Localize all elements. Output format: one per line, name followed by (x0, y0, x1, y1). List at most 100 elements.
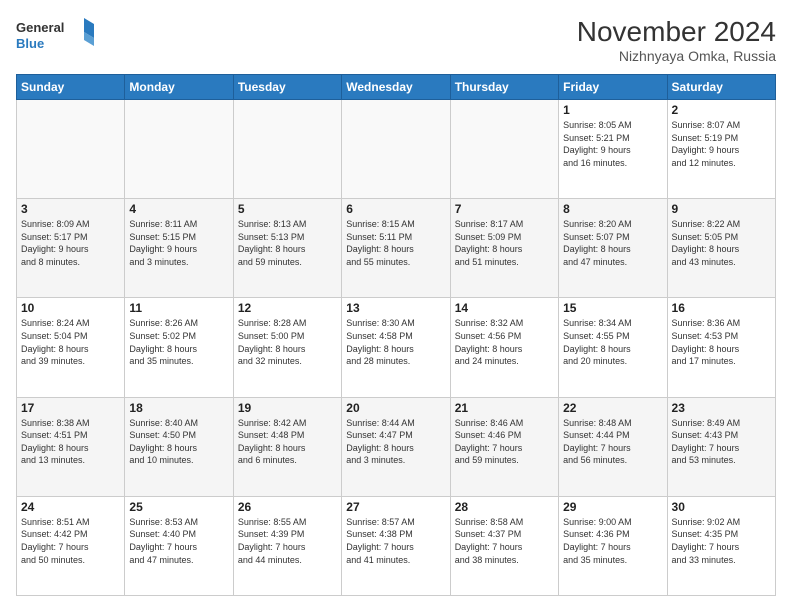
calendar-week-4: 17Sunrise: 8:38 AM Sunset: 4:51 PM Dayli… (17, 397, 776, 496)
day-info: Sunrise: 8:22 AM Sunset: 5:05 PM Dayligh… (672, 218, 771, 268)
calendar-body: 1 Sunrise: 8:05 AM Sunset: 5:21 PM Daylig… (17, 100, 776, 596)
day-number: 14 (455, 301, 554, 315)
day-number: 13 (346, 301, 445, 315)
day-info: Sunrise: 8:53 AM Sunset: 4:40 PM Dayligh… (129, 516, 228, 566)
day-number: 25 (129, 500, 228, 514)
calendar-cell: 26 Sunrise: 8:55 AM Sunset: 4:39 PM Dayli… (233, 496, 341, 595)
day-number: 11 (129, 301, 228, 315)
calendar-cell (125, 100, 233, 199)
calendar-cell: 28 Sunrise: 8:58 AM Sunset: 4:37 PM Dayli… (450, 496, 558, 595)
calendar-cell: 4 Sunrise: 8:11 AM Sunset: 5:15 PM Daylig… (125, 199, 233, 298)
calendar-cell (450, 100, 558, 199)
logo-icon: General Blue (16, 16, 96, 56)
day-number: 23 (672, 401, 771, 415)
day-info: Sunrise: 8:11 AM Sunset: 5:15 PM Dayligh… (129, 218, 228, 268)
day-number: 5 (238, 202, 337, 216)
calendar-cell: 2 Sunrise: 8:07 AM Sunset: 5:19 PM Daylig… (667, 100, 775, 199)
day-number: 29 (563, 500, 662, 514)
calendar-cell: 15Sunrise: 8:34 AM Sunset: 4:55 PM Dayli… (559, 298, 667, 397)
day-number: 3 (21, 202, 120, 216)
calendar-cell: 19 Sunrise: 8:42 AM Sunset: 4:48 PM Dayli… (233, 397, 341, 496)
day-number: 8 (563, 202, 662, 216)
calendar-cell: 24 Sunrise: 8:51 AM Sunset: 4:42 PM Dayli… (17, 496, 125, 595)
day-info: Sunrise: 8:51 AM Sunset: 4:42 PM Dayligh… (21, 516, 120, 566)
day-info: Sunrise: 8:07 AM Sunset: 5:19 PM Dayligh… (672, 119, 771, 169)
day-number: 16 (672, 301, 771, 315)
day-info: Sunrise: 8:42 AM Sunset: 4:48 PM Dayligh… (238, 417, 337, 467)
calendar-week-5: 24 Sunrise: 8:51 AM Sunset: 4:42 PM Dayli… (17, 496, 776, 595)
calendar-header-row: SundayMondayTuesdayWednesdayThursdayFrid… (17, 75, 776, 100)
day-info: Sunrise: 8:24 AM Sunset: 5:04 PM Dayligh… (21, 317, 120, 367)
day-info: Sunrise: 8:13 AM Sunset: 5:13 PM Dayligh… (238, 218, 337, 268)
calendar-cell: 16Sunrise: 8:36 AM Sunset: 4:53 PM Dayli… (667, 298, 775, 397)
day-number: 1 (563, 103, 662, 117)
calendar-cell: 29 Sunrise: 9:00 AM Sunset: 4:36 PM Dayli… (559, 496, 667, 595)
day-number: 27 (346, 500, 445, 514)
title-block: November 2024 Nizhnyaya Omka, Russia (577, 16, 776, 64)
col-header-friday: Friday (559, 75, 667, 100)
calendar-table: SundayMondayTuesdayWednesdayThursdayFrid… (16, 74, 776, 596)
day-info: Sunrise: 8:46 AM Sunset: 4:46 PM Dayligh… (455, 417, 554, 467)
day-info: Sunrise: 8:28 AM Sunset: 5:00 PM Dayligh… (238, 317, 337, 367)
calendar-cell: 21 Sunrise: 8:46 AM Sunset: 4:46 PM Dayli… (450, 397, 558, 496)
day-info: Sunrise: 8:26 AM Sunset: 5:02 PM Dayligh… (129, 317, 228, 367)
day-info: Sunrise: 8:40 AM Sunset: 4:50 PM Dayligh… (129, 417, 228, 467)
calendar-cell: 30 Sunrise: 9:02 AM Sunset: 4:35 PM Dayli… (667, 496, 775, 595)
col-header-sunday: Sunday (17, 75, 125, 100)
day-info: Sunrise: 8:09 AM Sunset: 5:17 PM Dayligh… (21, 218, 120, 268)
day-info: Sunrise: 8:55 AM Sunset: 4:39 PM Dayligh… (238, 516, 337, 566)
calendar-cell: 9 Sunrise: 8:22 AM Sunset: 5:05 PM Daylig… (667, 199, 775, 298)
day-number: 6 (346, 202, 445, 216)
day-info: Sunrise: 8:05 AM Sunset: 5:21 PM Dayligh… (563, 119, 662, 169)
day-number: 15 (563, 301, 662, 315)
calendar-cell: 22 Sunrise: 8:48 AM Sunset: 4:44 PM Dayli… (559, 397, 667, 496)
day-info: Sunrise: 8:30 AM Sunset: 4:58 PM Dayligh… (346, 317, 445, 367)
day-number: 22 (563, 401, 662, 415)
svg-text:General: General (16, 20, 64, 35)
col-header-tuesday: Tuesday (233, 75, 341, 100)
day-number: 2 (672, 103, 771, 117)
day-info: Sunrise: 8:17 AM Sunset: 5:09 PM Dayligh… (455, 218, 554, 268)
day-number: 28 (455, 500, 554, 514)
day-number: 12 (238, 301, 337, 315)
calendar-week-2: 3 Sunrise: 8:09 AM Sunset: 5:17 PM Daylig… (17, 199, 776, 298)
day-number: 30 (672, 500, 771, 514)
calendar-cell: 27Sunrise: 8:57 AM Sunset: 4:38 PM Dayli… (342, 496, 450, 595)
calendar-cell: 8 Sunrise: 8:20 AM Sunset: 5:07 PM Daylig… (559, 199, 667, 298)
day-number: 24 (21, 500, 120, 514)
day-info: Sunrise: 9:00 AM Sunset: 4:36 PM Dayligh… (563, 516, 662, 566)
day-number: 21 (455, 401, 554, 415)
calendar-cell (17, 100, 125, 199)
calendar-cell: 6Sunrise: 8:15 AM Sunset: 5:11 PM Daylig… (342, 199, 450, 298)
day-info: Sunrise: 8:20 AM Sunset: 5:07 PM Dayligh… (563, 218, 662, 268)
calendar-cell: 7Sunrise: 8:17 AM Sunset: 5:09 PM Daylig… (450, 199, 558, 298)
page-header: General Blue November 2024 Nizhnyaya Omk… (16, 16, 776, 64)
day-info: Sunrise: 8:38 AM Sunset: 4:51 PM Dayligh… (21, 417, 120, 467)
day-info: Sunrise: 8:48 AM Sunset: 4:44 PM Dayligh… (563, 417, 662, 467)
main-title: November 2024 (577, 16, 776, 48)
calendar-cell (342, 100, 450, 199)
day-number: 19 (238, 401, 337, 415)
day-info: Sunrise: 8:49 AM Sunset: 4:43 PM Dayligh… (672, 417, 771, 467)
day-number: 9 (672, 202, 771, 216)
day-info: Sunrise: 9:02 AM Sunset: 4:35 PM Dayligh… (672, 516, 771, 566)
day-number: 26 (238, 500, 337, 514)
calendar-cell: 5 Sunrise: 8:13 AM Sunset: 5:13 PM Daylig… (233, 199, 341, 298)
svg-text:Blue: Blue (16, 36, 44, 51)
day-info: Sunrise: 8:32 AM Sunset: 4:56 PM Dayligh… (455, 317, 554, 367)
calendar-cell (233, 100, 341, 199)
calendar-cell: 1 Sunrise: 8:05 AM Sunset: 5:21 PM Daylig… (559, 100, 667, 199)
calendar-cell: 20Sunrise: 8:44 AM Sunset: 4:47 PM Dayli… (342, 397, 450, 496)
calendar-cell: 11 Sunrise: 8:26 AM Sunset: 5:02 PM Dayli… (125, 298, 233, 397)
day-info: Sunrise: 8:44 AM Sunset: 4:47 PM Dayligh… (346, 417, 445, 467)
day-number: 10 (21, 301, 120, 315)
calendar-cell: 3 Sunrise: 8:09 AM Sunset: 5:17 PM Daylig… (17, 199, 125, 298)
calendar-week-1: 1 Sunrise: 8:05 AM Sunset: 5:21 PM Daylig… (17, 100, 776, 199)
col-header-wednesday: Wednesday (342, 75, 450, 100)
calendar-cell: 25 Sunrise: 8:53 AM Sunset: 4:40 PM Dayli… (125, 496, 233, 595)
calendar-cell: 17Sunrise: 8:38 AM Sunset: 4:51 PM Dayli… (17, 397, 125, 496)
day-number: 4 (129, 202, 228, 216)
calendar-cell: 14 Sunrise: 8:32 AM Sunset: 4:56 PM Dayli… (450, 298, 558, 397)
day-info: Sunrise: 8:58 AM Sunset: 4:37 PM Dayligh… (455, 516, 554, 566)
subtitle: Nizhnyaya Omka, Russia (577, 48, 776, 64)
